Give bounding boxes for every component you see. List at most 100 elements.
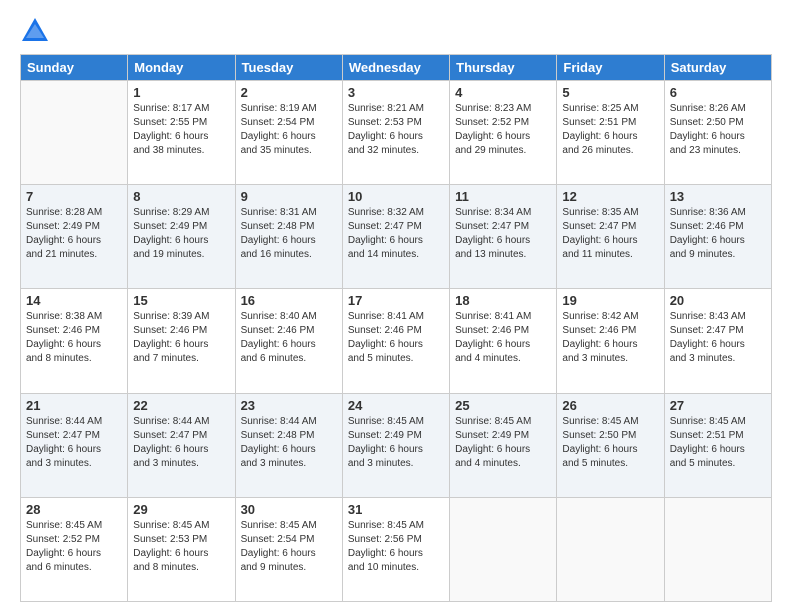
day-number: 22 <box>133 398 229 413</box>
day-info: Sunrise: 8:45 AM Sunset: 2:56 PM Dayligh… <box>348 519 444 575</box>
day-number: 12 <box>562 189 658 204</box>
day-info: Sunrise: 8:35 AM Sunset: 2:47 PM Dayligh… <box>562 206 658 262</box>
calendar-week-row: 28 Sunrise: 8:45 AM Sunset: 2:52 PM Dayli… <box>21 497 772 601</box>
calendar-cell <box>664 497 771 601</box>
calendar-cell: 27 Sunrise: 8:45 AM Sunset: 2:51 PM Dayli… <box>664 393 771 497</box>
day-number: 29 <box>133 502 229 517</box>
day-number: 2 <box>241 85 337 100</box>
calendar-cell <box>21 81 128 185</box>
calendar-table: SundayMondayTuesdayWednesdayThursdayFrid… <box>20 54 772 602</box>
day-number: 14 <box>26 293 122 308</box>
day-number: 25 <box>455 398 551 413</box>
calendar-cell: 22 Sunrise: 8:44 AM Sunset: 2:47 PM Dayli… <box>128 393 235 497</box>
day-number: 28 <box>26 502 122 517</box>
day-info: Sunrise: 8:21 AM Sunset: 2:53 PM Dayligh… <box>348 102 444 158</box>
day-number: 20 <box>670 293 766 308</box>
calendar-cell: 5 Sunrise: 8:25 AM Sunset: 2:51 PM Daylig… <box>557 81 664 185</box>
day-info: Sunrise: 8:43 AM Sunset: 2:47 PM Dayligh… <box>670 310 766 366</box>
calendar-cell: 2 Sunrise: 8:19 AM Sunset: 2:54 PM Daylig… <box>235 81 342 185</box>
calendar-cell: 14 Sunrise: 8:38 AM Sunset: 2:46 PM Dayli… <box>21 289 128 393</box>
calendar-cell: 26Sunrise: 8:45 AM Sunset: 2:50 PM Dayli… <box>557 393 664 497</box>
calendar-cell: 3 Sunrise: 8:21 AM Sunset: 2:53 PM Daylig… <box>342 81 449 185</box>
day-info: Sunrise: 8:45 AM Sunset: 2:52 PM Dayligh… <box>26 519 122 575</box>
day-number: 27 <box>670 398 766 413</box>
header <box>20 16 772 46</box>
calendar-cell: 20 Sunrise: 8:43 AM Sunset: 2:47 PM Dayli… <box>664 289 771 393</box>
day-info: Sunrise: 8:38 AM Sunset: 2:46 PM Dayligh… <box>26 310 122 366</box>
logo <box>20 16 54 46</box>
day-info: Sunrise: 8:17 AM Sunset: 2:55 PM Dayligh… <box>133 102 229 158</box>
weekday-header: Friday <box>557 55 664 81</box>
page: SundayMondayTuesdayWednesdayThursdayFrid… <box>0 0 792 612</box>
calendar-cell: 31 Sunrise: 8:45 AM Sunset: 2:56 PM Dayli… <box>342 497 449 601</box>
calendar-cell: 15 Sunrise: 8:39 AM Sunset: 2:46 PM Dayli… <box>128 289 235 393</box>
day-info: Sunrise: 8:45 AM Sunset: 2:53 PM Dayligh… <box>133 519 229 575</box>
day-info: Sunrise: 8:26 AM Sunset: 2:50 PM Dayligh… <box>670 102 766 158</box>
day-info: Sunrise: 8:31 AM Sunset: 2:48 PM Dayligh… <box>241 206 337 262</box>
day-number: 17 <box>348 293 444 308</box>
day-info: Sunrise: 8:44 AM Sunset: 2:47 PM Dayligh… <box>26 415 122 471</box>
calendar-cell: 11 Sunrise: 8:34 AM Sunset: 2:47 PM Dayli… <box>450 185 557 289</box>
day-info: Sunrise: 8:34 AM Sunset: 2:47 PM Dayligh… <box>455 206 551 262</box>
day-info: Sunrise: 8:45 AM Sunset: 2:49 PM Dayligh… <box>348 415 444 471</box>
calendar-cell: 12 Sunrise: 8:35 AM Sunset: 2:47 PM Dayli… <box>557 185 664 289</box>
calendar-cell: 16 Sunrise: 8:40 AM Sunset: 2:46 PM Dayli… <box>235 289 342 393</box>
day-number: 7 <box>26 189 122 204</box>
weekday-header: Wednesday <box>342 55 449 81</box>
calendar-week-row: 14 Sunrise: 8:38 AM Sunset: 2:46 PM Dayli… <box>21 289 772 393</box>
calendar-cell: 24 Sunrise: 8:45 AM Sunset: 2:49 PM Dayli… <box>342 393 449 497</box>
weekday-header: Sunday <box>21 55 128 81</box>
day-number: 16 <box>241 293 337 308</box>
calendar-cell: 1 Sunrise: 8:17 AM Sunset: 2:55 PM Daylig… <box>128 81 235 185</box>
day-info: Sunrise: 8:23 AM Sunset: 2:52 PM Dayligh… <box>455 102 551 158</box>
weekday-header: Monday <box>128 55 235 81</box>
day-info: Sunrise: 8:19 AM Sunset: 2:54 PM Dayligh… <box>241 102 337 158</box>
calendar-cell: 23Sunrise: 8:44 AM Sunset: 2:48 PM Dayli… <box>235 393 342 497</box>
calendar-cell: 4 Sunrise: 8:23 AM Sunset: 2:52 PM Daylig… <box>450 81 557 185</box>
day-info: Sunrise: 8:32 AM Sunset: 2:47 PM Dayligh… <box>348 206 444 262</box>
day-info: Sunrise: 8:45 AM Sunset: 2:51 PM Dayligh… <box>670 415 766 471</box>
day-number: 6 <box>670 85 766 100</box>
day-number: 4 <box>455 85 551 100</box>
calendar-cell: 7 Sunrise: 8:28 AM Sunset: 2:49 PM Daylig… <box>21 185 128 289</box>
day-info: Sunrise: 8:41 AM Sunset: 2:46 PM Dayligh… <box>455 310 551 366</box>
day-info: Sunrise: 8:44 AM Sunset: 2:47 PM Dayligh… <box>133 415 229 471</box>
calendar-cell <box>450 497 557 601</box>
day-number: 11 <box>455 189 551 204</box>
calendar-header-row: SundayMondayTuesdayWednesdayThursdayFrid… <box>21 55 772 81</box>
day-info: Sunrise: 8:40 AM Sunset: 2:46 PM Dayligh… <box>241 310 337 366</box>
calendar-cell: 10Sunrise: 8:32 AM Sunset: 2:47 PM Dayli… <box>342 185 449 289</box>
calendar-cell: 18Sunrise: 8:41 AM Sunset: 2:46 PM Dayli… <box>450 289 557 393</box>
calendar-cell: 21 Sunrise: 8:44 AM Sunset: 2:47 PM Dayli… <box>21 393 128 497</box>
day-number: 8 <box>133 189 229 204</box>
day-info: Sunrise: 8:45 AM Sunset: 2:54 PM Dayligh… <box>241 519 337 575</box>
day-number: 15 <box>133 293 229 308</box>
calendar-cell: 17Sunrise: 8:41 AM Sunset: 2:46 PM Dayli… <box>342 289 449 393</box>
calendar-cell: 30 Sunrise: 8:45 AM Sunset: 2:54 PM Dayli… <box>235 497 342 601</box>
calendar-cell <box>557 497 664 601</box>
calendar-cell: 19Sunrise: 8:42 AM Sunset: 2:46 PM Dayli… <box>557 289 664 393</box>
calendar-week-row: 1 Sunrise: 8:17 AM Sunset: 2:55 PM Daylig… <box>21 81 772 185</box>
day-info: Sunrise: 8:36 AM Sunset: 2:46 PM Dayligh… <box>670 206 766 262</box>
day-number: 3 <box>348 85 444 100</box>
day-number: 24 <box>348 398 444 413</box>
day-number: 31 <box>348 502 444 517</box>
day-number: 30 <box>241 502 337 517</box>
day-number: 21 <box>26 398 122 413</box>
day-info: Sunrise: 8:45 AM Sunset: 2:50 PM Dayligh… <box>562 415 658 471</box>
calendar-cell: 13 Sunrise: 8:36 AM Sunset: 2:46 PM Dayli… <box>664 185 771 289</box>
calendar-week-row: 7 Sunrise: 8:28 AM Sunset: 2:49 PM Daylig… <box>21 185 772 289</box>
weekday-header: Tuesday <box>235 55 342 81</box>
day-info: Sunrise: 8:39 AM Sunset: 2:46 PM Dayligh… <box>133 310 229 366</box>
calendar-cell: 29 Sunrise: 8:45 AM Sunset: 2:53 PM Dayli… <box>128 497 235 601</box>
logo-icon <box>20 16 50 46</box>
day-info: Sunrise: 8:28 AM Sunset: 2:49 PM Dayligh… <box>26 206 122 262</box>
day-number: 5 <box>562 85 658 100</box>
day-number: 13 <box>670 189 766 204</box>
day-info: Sunrise: 8:25 AM Sunset: 2:51 PM Dayligh… <box>562 102 658 158</box>
calendar-cell: 8Sunrise: 8:29 AM Sunset: 2:49 PM Daylig… <box>128 185 235 289</box>
day-number: 1 <box>133 85 229 100</box>
calendar-cell: 6 Sunrise: 8:26 AM Sunset: 2:50 PM Daylig… <box>664 81 771 185</box>
weekday-header: Saturday <box>664 55 771 81</box>
calendar-week-row: 21 Sunrise: 8:44 AM Sunset: 2:47 PM Dayli… <box>21 393 772 497</box>
